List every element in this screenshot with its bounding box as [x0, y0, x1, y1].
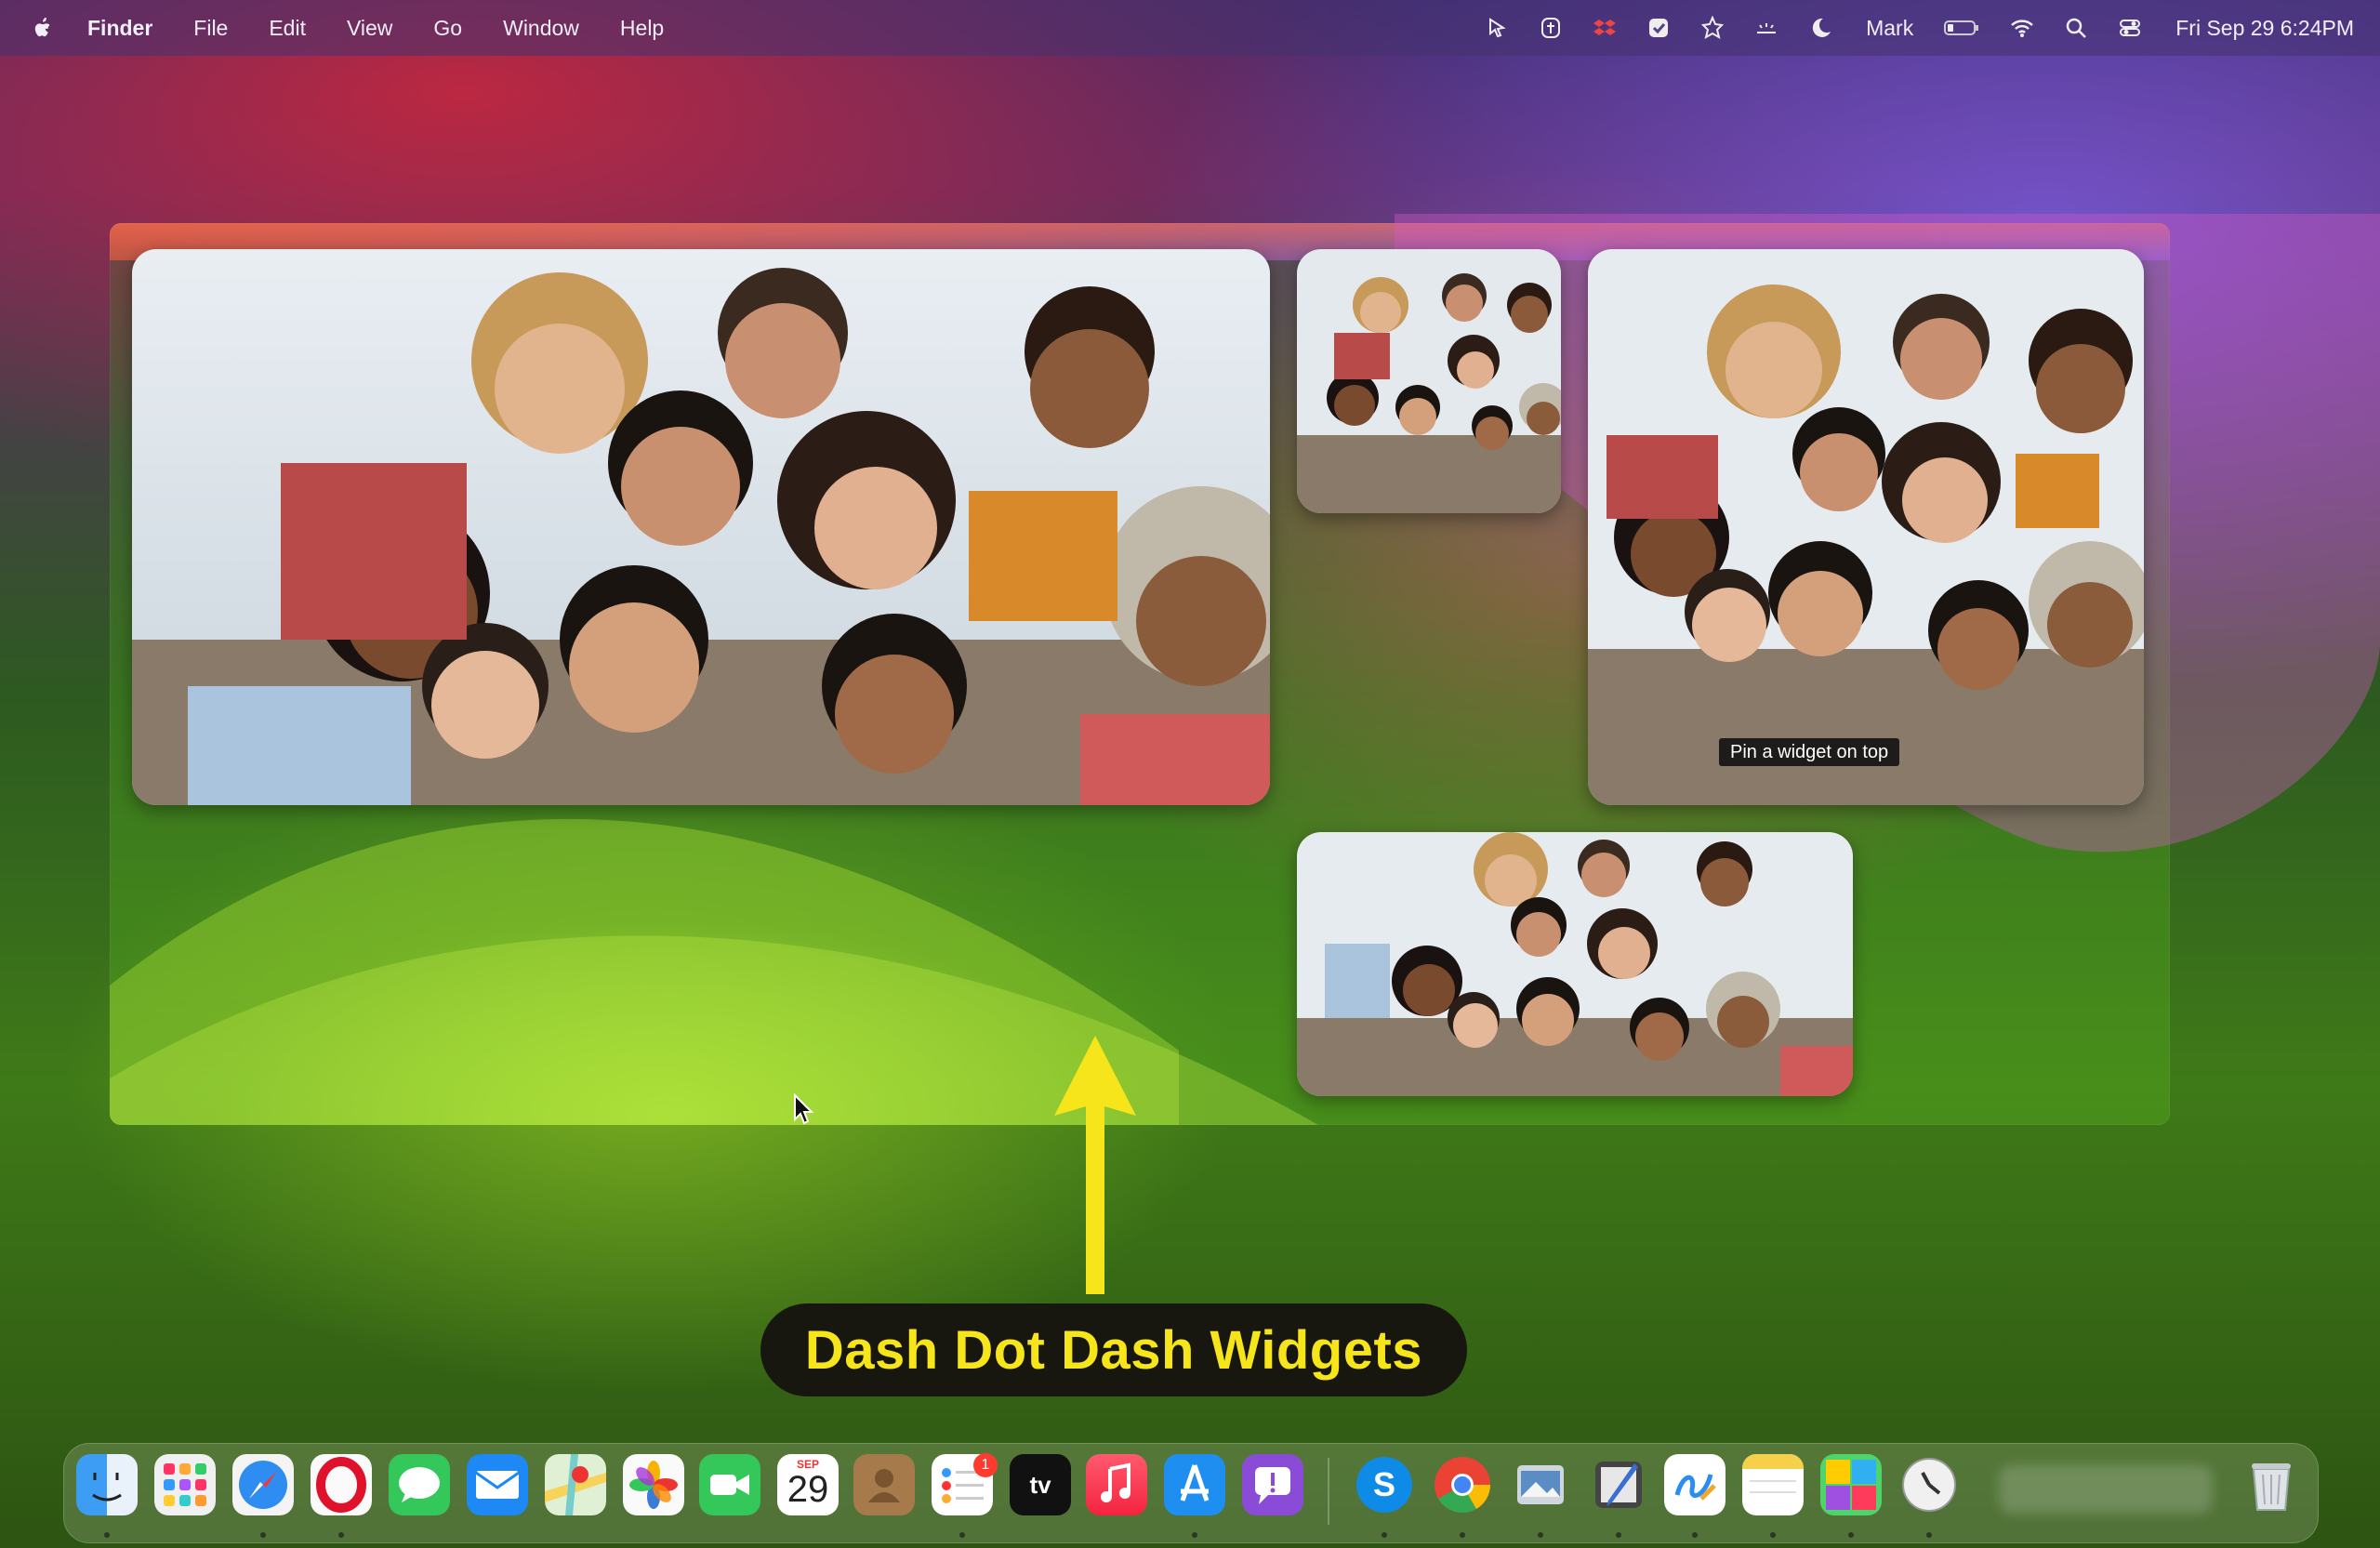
menu-clock[interactable]: Fri Sep 29 6:24PM	[2175, 16, 2354, 41]
cursor-icon[interactable]	[1485, 16, 1509, 40]
apple-tv-label: tv	[1029, 1470, 1051, 1499]
photo-widget-large[interactable]	[132, 249, 1270, 805]
dock-separator	[1328, 1458, 1329, 1525]
feedback-icon[interactable]	[1242, 1454, 1303, 1515]
annotation-caption: Dash Dot Dash Widgets	[760, 1303, 1467, 1396]
checkbox-icon[interactable]	[1646, 16, 1671, 40]
photo-widget-medium[interactable]	[1297, 832, 1853, 1096]
reminders-badge: 1	[973, 1453, 998, 1477]
dots-icon[interactable]	[1754, 16, 1778, 40]
widget-app-running-dot	[1848, 1532, 1854, 1538]
search-icon[interactable]	[2064, 16, 2088, 40]
menu-bar: Finder File Edit View Go Window Help Mar…	[0, 0, 2380, 56]
svg-text:S: S	[1373, 1465, 1395, 1503]
group-photo	[1297, 249, 1561, 513]
facetime-icon[interactable]	[699, 1454, 760, 1515]
messages-icon[interactable]	[389, 1454, 450, 1515]
battery-icon[interactable]	[1943, 16, 1980, 40]
opera-running-dot	[338, 1532, 344, 1538]
mail-icon[interactable]	[467, 1454, 528, 1515]
dropbox-icon[interactable]	[1593, 16, 1617, 40]
contacts-icon[interactable]	[853, 1454, 915, 1515]
moon-icon[interactable]	[1808, 16, 1832, 40]
apple-menu-icon[interactable]	[32, 15, 56, 41]
menu-view[interactable]: View	[347, 16, 392, 41]
chrome-icon[interactable]	[1432, 1454, 1493, 1515]
reminders-running-dot	[959, 1532, 965, 1538]
finder-icon[interactable]	[76, 1454, 138, 1515]
safari-running-dot	[260, 1532, 266, 1538]
ai-icon[interactable]	[1539, 16, 1563, 40]
photo-widget-small[interactable]	[1297, 249, 1561, 513]
freeform-running-dot	[1692, 1532, 1698, 1538]
group-photo	[1588, 249, 2144, 805]
app-store-running-dot	[1192, 1532, 1197, 1538]
menu-help[interactable]: Help	[620, 16, 664, 41]
skype-running-dot	[1382, 1532, 1387, 1538]
menu-window[interactable]: Window	[503, 16, 579, 41]
maps-icon[interactable]	[545, 1454, 606, 1515]
activity-monitor-icon[interactable]	[1898, 1454, 1960, 1515]
skype-icon[interactable]: S	[1354, 1454, 1415, 1515]
script-editor-running-dot	[1616, 1532, 1621, 1538]
widget-app-icon[interactable]	[1820, 1454, 1882, 1515]
pin-tooltip: Pin a widget on top	[1719, 738, 1900, 766]
apple-tv-icon[interactable]: tv	[1010, 1454, 1071, 1515]
menu-edit[interactable]: Edit	[269, 16, 306, 41]
menu-go[interactable]: Go	[433, 16, 462, 41]
notes-icon[interactable]	[1742, 1454, 1804, 1515]
photos-icon[interactable]	[623, 1454, 684, 1515]
preview-icon[interactable]	[1510, 1454, 1571, 1515]
starburst-icon[interactable]	[1700, 16, 1725, 40]
launchpad-icon[interactable]	[154, 1454, 216, 1515]
blurred-dock-area	[1999, 1465, 2213, 1514]
group-photo	[1297, 832, 1853, 1096]
group-photo	[132, 249, 1270, 805]
script-editor-icon[interactable]	[1588, 1454, 1649, 1515]
photo-widget-square[interactable]	[1588, 249, 2144, 805]
opera-icon[interactable]	[311, 1454, 372, 1515]
wifi-icon[interactable]	[2010, 16, 2034, 40]
notes-running-dot	[1770, 1532, 1776, 1538]
music-icon[interactable]	[1086, 1454, 1147, 1515]
safari-icon[interactable]	[232, 1454, 294, 1515]
menu-file[interactable]: File	[193, 16, 228, 41]
trash-icon[interactable]	[2241, 1454, 2302, 1515]
chrome-running-dot	[1460, 1532, 1465, 1538]
annotation-arrow-icon	[1054, 1036, 1136, 1294]
control-center-icon[interactable]	[2118, 16, 2142, 40]
calendar-day: 29	[787, 1469, 829, 1510]
app-store-icon[interactable]	[1164, 1454, 1225, 1515]
user-name[interactable]: Mark	[1866, 16, 1913, 41]
finder-running-dot	[104, 1532, 110, 1538]
mouse-cursor-icon	[794, 1093, 814, 1125]
activity-monitor-running-dot	[1926, 1532, 1932, 1538]
preview-running-dot	[1538, 1532, 1543, 1538]
app-menu-finder[interactable]: Finder	[87, 16, 152, 41]
freeform-icon[interactable]	[1664, 1454, 1726, 1515]
